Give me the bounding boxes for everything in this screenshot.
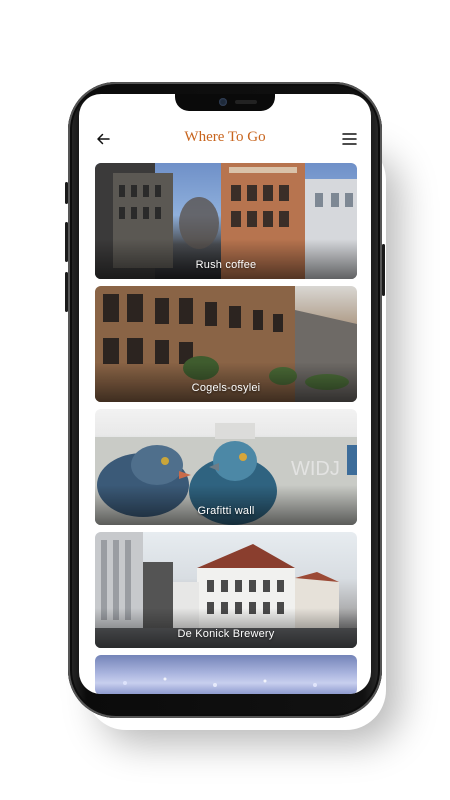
place-photo bbox=[123, 677, 317, 687]
phone-power-button bbox=[382, 244, 385, 296]
place-name: De Konick Brewery bbox=[177, 628, 275, 640]
place-name: Rush coffee bbox=[195, 259, 257, 271]
svg-text:WIDJ: WIDJ bbox=[291, 458, 340, 480]
earpiece-speaker bbox=[235, 100, 257, 104]
phone-volume-up bbox=[65, 222, 68, 262]
place-name: Cogels-osylei bbox=[191, 382, 261, 394]
place-card[interactable]: Cogels-osylei bbox=[95, 286, 357, 402]
places-list: Rush coffee Cogels-osylei WIDJ Grafitti … bbox=[95, 163, 357, 694]
phone-volume-down bbox=[65, 272, 68, 312]
place-card[interactable]: Rush coffee bbox=[95, 163, 357, 279]
place-card[interactable]: De Konick Brewery bbox=[95, 532, 357, 648]
phone-side-button bbox=[65, 182, 68, 204]
front-camera bbox=[219, 98, 227, 106]
place-card[interactable]: WIDJ Grafitti wall bbox=[95, 409, 357, 525]
app-header: Where To Go bbox=[79, 124, 371, 154]
notch bbox=[175, 94, 275, 111]
phone-screen: Where To Go Rush coffee Cogels-osylei WI… bbox=[79, 94, 371, 694]
hamburger-menu-icon[interactable] bbox=[342, 132, 357, 146]
place-name: Grafitti wall bbox=[197, 505, 255, 517]
place-card[interactable] bbox=[95, 655, 357, 694]
page-title: Where To Go bbox=[184, 129, 266, 145]
